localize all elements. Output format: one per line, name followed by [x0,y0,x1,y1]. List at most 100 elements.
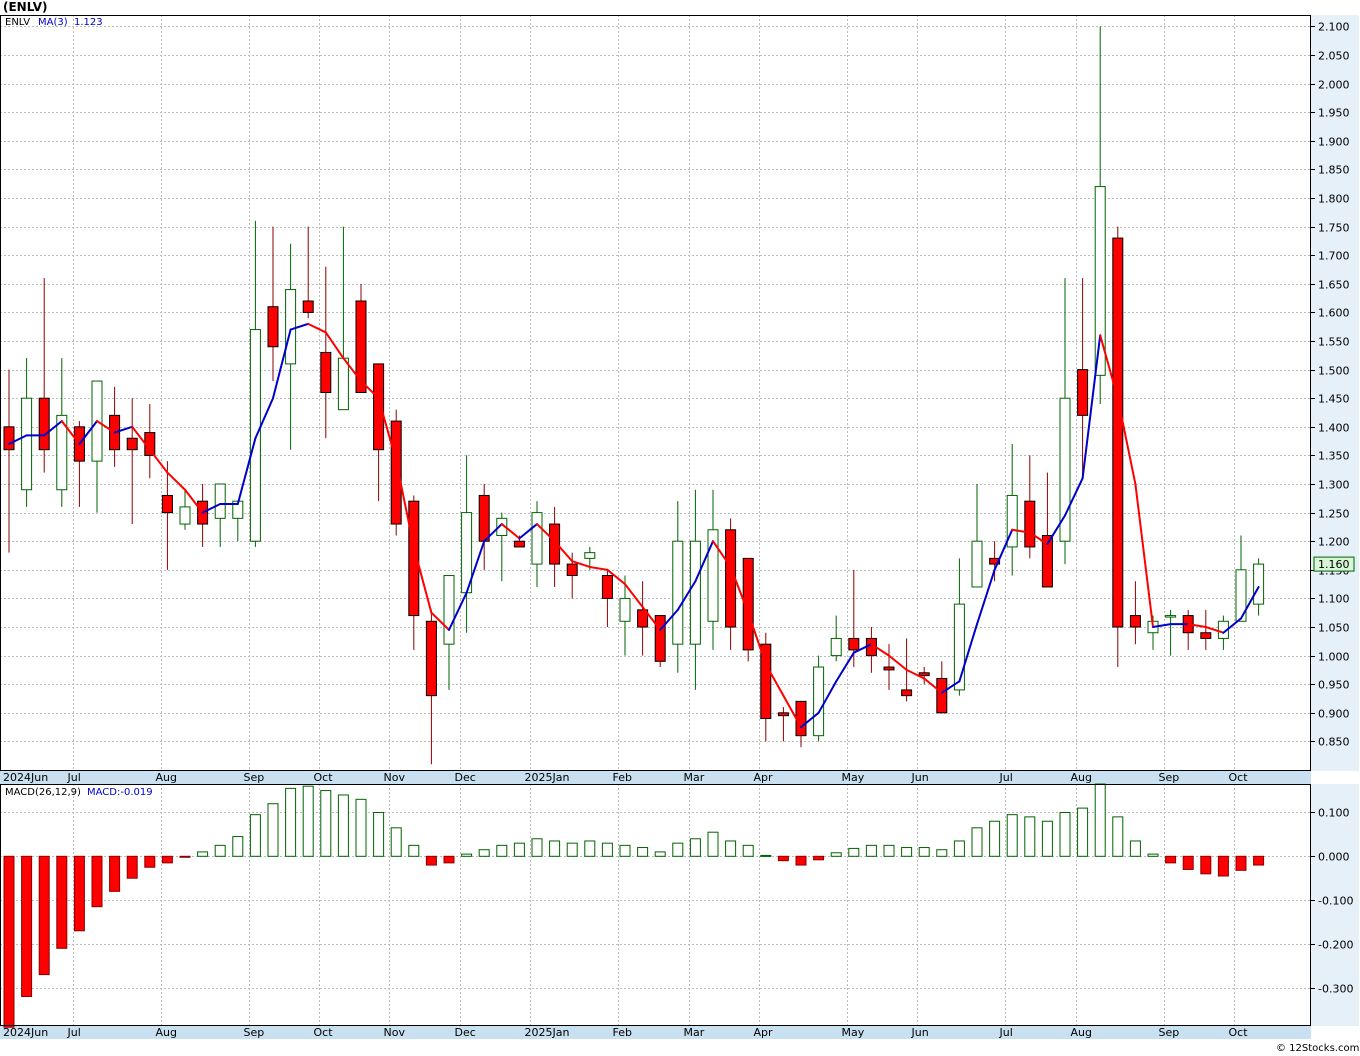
month-label: Jun [911,1026,929,1039]
candle-body [1112,237,1124,628]
month-label: Aug [156,1026,177,1039]
month-label: Jul [67,771,81,784]
month-label: Feb [613,771,632,784]
candle-body [654,615,666,662]
macd-bar [214,844,226,857]
macd-bar [144,855,156,868]
candle-body [21,397,33,491]
candle-body [901,689,913,697]
macd-bar [1147,853,1159,857]
macd-bar [320,790,332,857]
price-legend-symbol: ENLV [5,17,30,28]
macd-bar [918,847,930,857]
macd-bar [742,844,754,857]
macd-bar [672,842,684,857]
candle-body [1129,615,1141,628]
price-tick-label: 2.000 [1318,79,1350,92]
candle-body [1077,369,1089,416]
candle-body [584,552,596,559]
candle-body [531,512,543,565]
macd-bar [707,831,719,857]
month-label: Jul [999,1026,1013,1039]
candle-body [425,620,437,697]
candle-body [478,494,490,542]
macd-bar [654,851,666,857]
month-label: Oct [1229,1026,1249,1039]
macd-bar [21,855,33,998]
price-tick-label: 2.050 [1318,50,1350,63]
month-label: Jul [999,771,1013,784]
price-tick-label: 1.000 [1318,651,1350,664]
price-legend-ma-value: 1.123 [74,17,103,28]
month-label: Oct [1229,771,1249,784]
candle-body [936,677,948,714]
macd-bar [830,852,842,857]
macd-legend-label: MACD(26,12,9) [5,787,81,798]
candle-body [795,700,807,737]
macd-bar [197,851,209,857]
macd-bar [1024,816,1036,857]
price-tick-label: 1.250 [1318,508,1350,521]
candle-body [3,426,15,451]
macd-bar [302,785,314,857]
candle-body [566,563,578,577]
macd-bar [1006,814,1018,857]
price-tick-label: 1.200 [1318,536,1350,549]
macd-bar [883,844,895,857]
macd-bar [1217,855,1229,877]
price-tick-label: 0.950 [1318,679,1350,692]
macd-bar [1235,855,1247,871]
price-tick-label: 1.750 [1318,222,1350,235]
macd-bar [496,844,508,857]
month-label: 2025Jan [525,771,570,784]
last-price-label: 1.160 [1318,558,1350,571]
macd-date-band [0,1025,1311,1039]
macd-legend-value: MACD:-0.019 [87,787,153,798]
macd-bar [285,787,297,857]
month-label: Nov [384,771,406,784]
macd-bar [953,840,965,857]
month-label: Oct [314,1026,334,1039]
stock-chart: (ENLV) 2.100 2.050 2.000 1.950 1.900 1.850 1.8… [0,0,1360,1056]
macd-bar [637,847,649,857]
month-label: Dec [455,771,476,784]
candle-body [355,300,367,394]
month-label: Sep [1159,1026,1180,1039]
price-tick-label: 1.050 [1318,622,1350,635]
macd-bar [848,847,860,857]
month-label: Aug [1071,771,1092,784]
candle-body [249,329,261,542]
macd-bar [38,855,50,976]
macd-bar [3,855,15,1028]
candle-body [971,540,983,588]
month-label: Dec [455,1026,476,1039]
month-label: Aug [1071,1026,1092,1039]
macd-bar [56,855,68,949]
macd-tick-label: 0.100 [1318,807,1350,820]
month-label: Aug [156,771,177,784]
macd-bar [1129,840,1141,857]
candle-body [390,420,402,525]
macd-bar [355,798,367,857]
month-label: 2024Jun [3,771,48,784]
macd-bar [584,840,596,857]
macd-bar [1041,820,1053,857]
price-tick-label: 0.850 [1318,736,1350,749]
candle-body [777,712,789,717]
month-label: Sep [1159,771,1180,784]
candle-body [320,351,332,394]
macd-bar [425,855,437,866]
candle-body [918,672,930,677]
price-tick-label: 1.800 [1318,193,1350,206]
macd-bar [1182,855,1194,870]
macd-bar [513,842,525,857]
month-label: May [842,1026,865,1039]
macd-bar [179,855,191,858]
month-label: Mar [684,1026,705,1039]
macd-bar [461,853,473,857]
month-label: Sep [244,1026,265,1039]
candle-body [848,637,860,651]
candle-body [813,666,825,737]
macd-bar [971,827,983,857]
month-label: Apr [754,771,774,784]
